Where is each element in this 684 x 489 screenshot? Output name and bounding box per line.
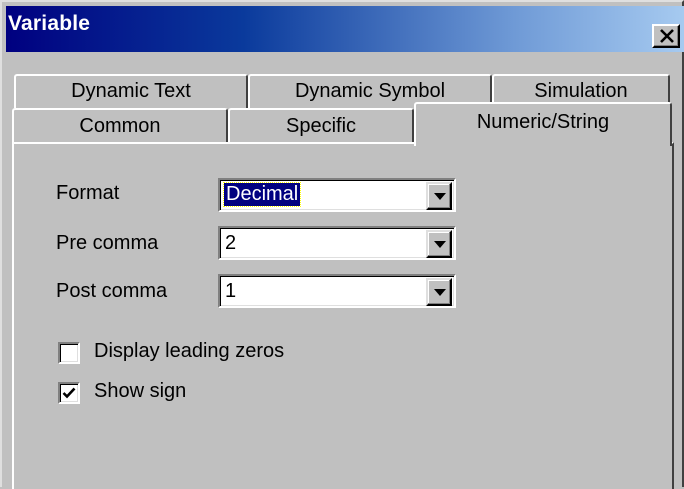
tab-label: Dynamic Symbol <box>294 80 446 102</box>
tab-panel-numeric-string: Format Decimal Pre comma 2 Post comma 1 <box>12 142 674 489</box>
format-label: Format <box>56 182 120 204</box>
format-dropdown-button[interactable] <box>426 182 452 210</box>
tab-label: Dynamic Text <box>71 80 191 102</box>
post-comma-dropdown[interactable]: 1 <box>218 274 456 308</box>
close-button[interactable] <box>652 24 680 48</box>
post-comma-label: Post comma <box>56 280 168 302</box>
display-leading-zeros-label: Display leading zeros <box>94 340 285 362</box>
checkbox-box[interactable] <box>58 382 80 404</box>
post-comma-dropdown-button[interactable] <box>426 278 452 306</box>
tab-label: Numeric/String <box>476 111 610 133</box>
chevron-down-icon <box>434 193 446 200</box>
format-dropdown[interactable]: Decimal <box>218 178 456 212</box>
display-leading-zeros-checkbox[interactable]: Display leading zeros <box>58 340 318 366</box>
dialog-window: Variable Dynamic Text Dynamic Symbol Sim… <box>0 0 684 489</box>
tab-label: Common <box>79 115 161 137</box>
tab-common[interactable]: Common <box>12 108 228 144</box>
show-sign-label: Show sign <box>94 380 187 402</box>
pre-comma-label: Pre comma <box>56 232 159 254</box>
close-icon <box>660 29 674 43</box>
post-comma-value: 1 <box>225 280 237 302</box>
title-bar[interactable]: Variable <box>6 6 684 52</box>
format-value: Decimal <box>222 182 302 207</box>
tab-specific[interactable]: Specific <box>228 108 414 144</box>
pre-comma-value: 2 <box>225 232 237 254</box>
show-sign-checkbox[interactable]: Show sign <box>58 380 218 406</box>
checkbox-box[interactable] <box>58 342 80 364</box>
tab-label: Specific <box>285 115 357 137</box>
tab-label: Simulation <box>534 80 628 102</box>
chevron-down-icon <box>434 241 446 248</box>
pre-comma-dropdown-button[interactable] <box>426 230 452 258</box>
tab-numeric-string[interactable]: Numeric/String <box>414 102 672 146</box>
window-title: Variable <box>8 12 91 35</box>
checkmark-icon <box>62 387 76 399</box>
pre-comma-dropdown[interactable]: 2 <box>218 226 456 260</box>
chevron-down-icon <box>434 289 446 296</box>
tab-dynamic-text[interactable]: Dynamic Text <box>14 74 248 108</box>
